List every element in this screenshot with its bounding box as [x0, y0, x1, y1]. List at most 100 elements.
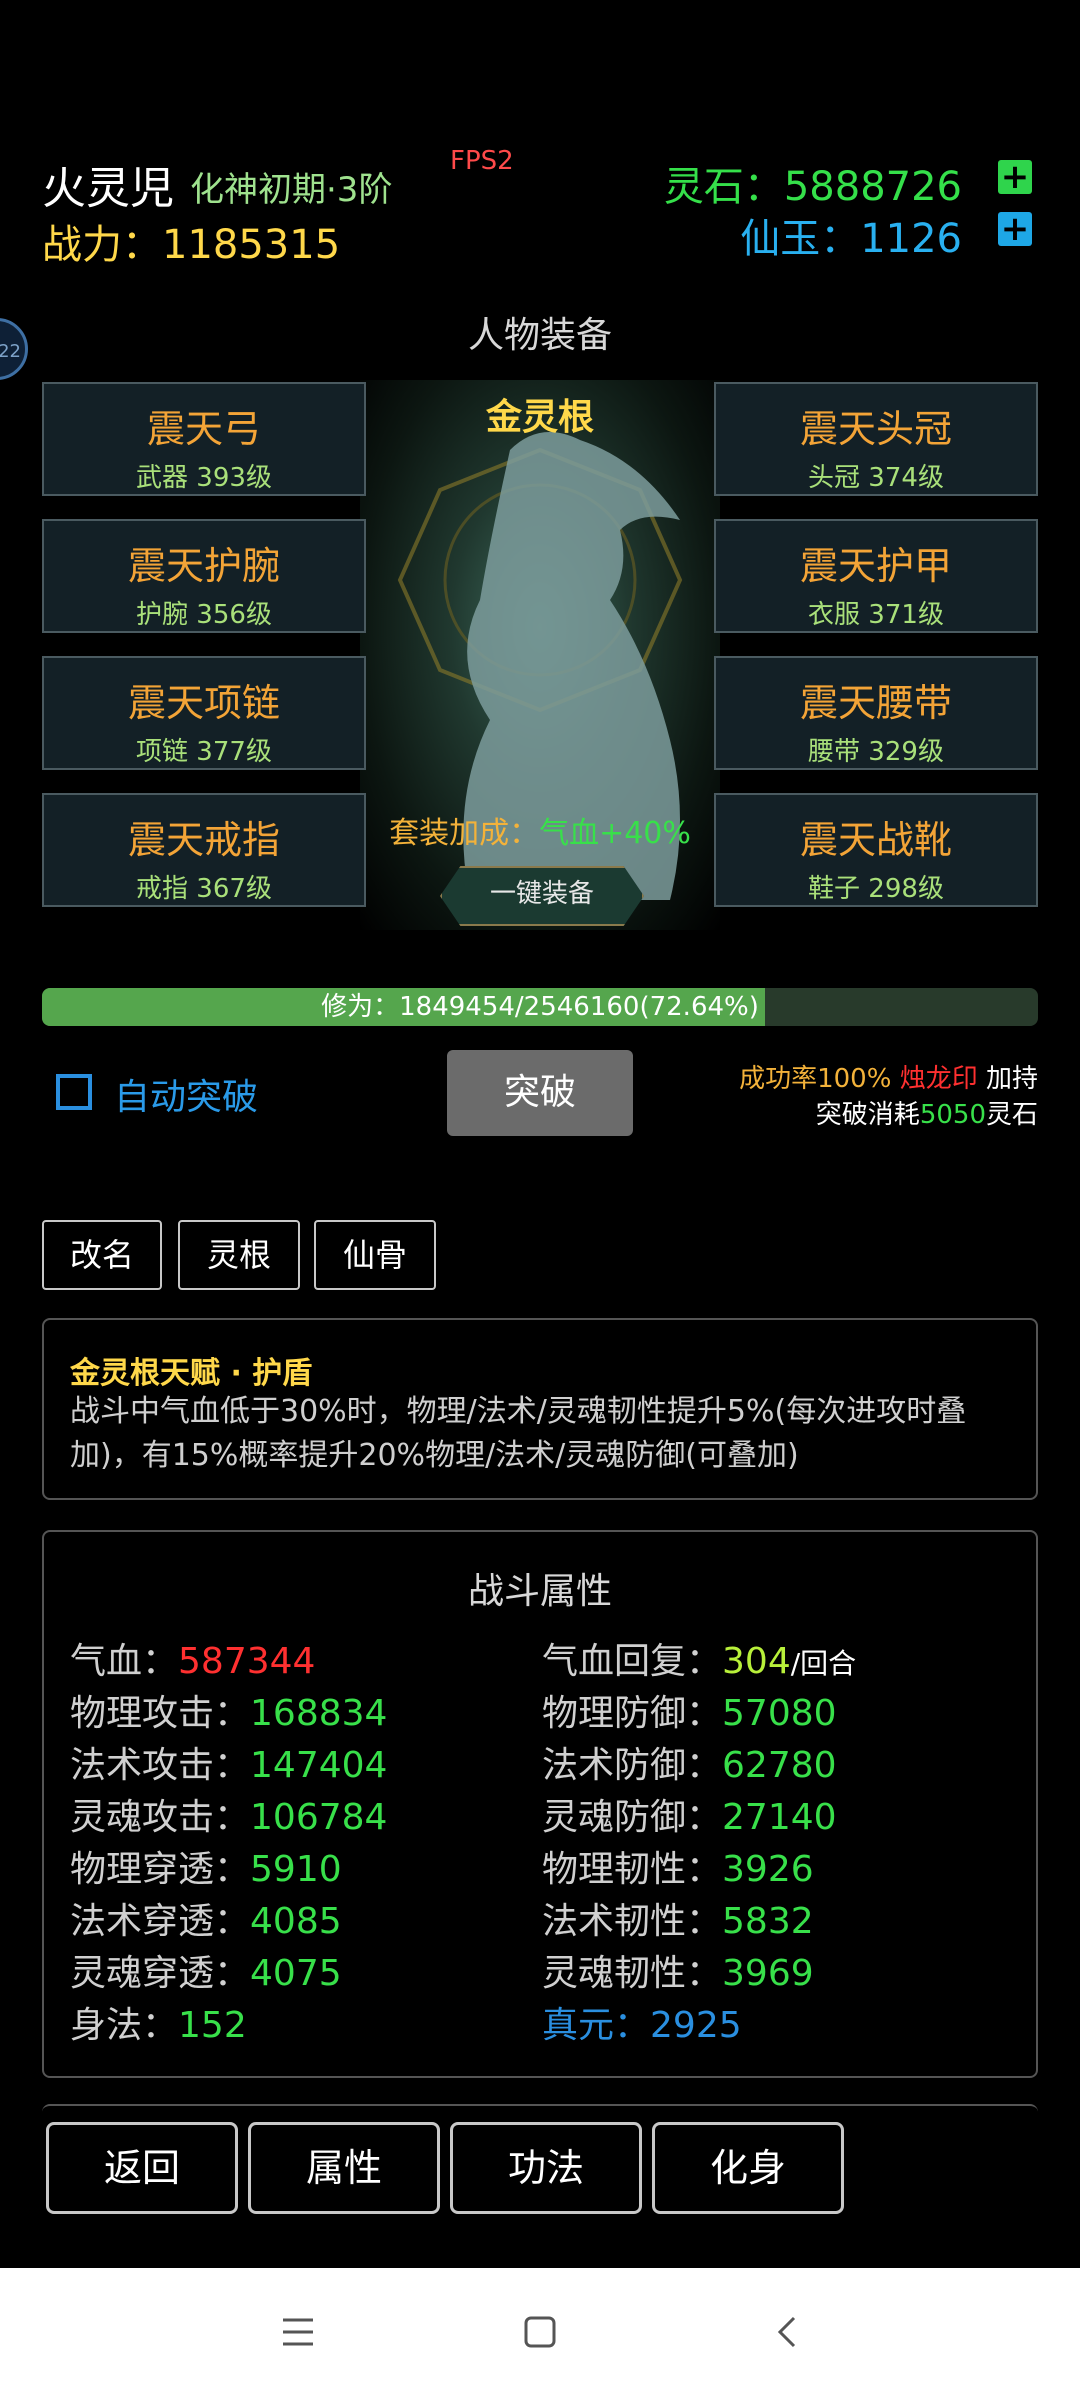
cost-suffix: 灵石	[985, 1100, 1038, 1130]
talent-panel: 金灵根天赋 · 护盾 战斗中气血低于30%时，物理/法术/灵魂韧性提升5%(每次…	[42, 1318, 1038, 1500]
set-bonus: 套装加成：气血+40%	[360, 808, 720, 852]
stat-physical-attack: 物理攻击：168834	[70, 1684, 387, 1736]
stat-label: 真元：	[542, 2005, 651, 2046]
immortal-bone-button[interactable]: 仙骨	[314, 1220, 436, 1290]
stat-value: 5832	[722, 1901, 814, 1942]
stat-label: 物理防御：	[542, 1693, 723, 1734]
equip-level: 武器 393级	[136, 463, 272, 493]
stat-magic-defense: 法术防御：62780	[542, 1736, 837, 1788]
stat-value: 4085	[250, 1901, 342, 1942]
menu-icon[interactable]	[280, 2314, 316, 2350]
equip-level: 头冠 374级	[808, 463, 944, 493]
stat-hp-regen: 气血回复：304/回合	[542, 1632, 856, 1684]
back-button[interactable]: 返回	[46, 2122, 238, 2214]
stat-soul-toughness: 灵魂韧性：3969	[542, 1944, 814, 1996]
stat-label: 物理攻击：	[70, 1693, 251, 1734]
stat-label: 法术防御：	[542, 1745, 723, 1786]
avatar-button[interactable]: 化身	[652, 2122, 844, 2214]
equip-slot-weapon[interactable]: 震天弓 武器 393级	[42, 382, 366, 496]
stat-value: 2925	[650, 2005, 742, 2046]
breakthrough-button[interactable]: 突破	[447, 1050, 633, 1136]
talent-description: 战斗中气血低于30%时，物理/法术/灵魂韧性提升5%(每次进攻时叠加)，有15%…	[70, 1394, 967, 1473]
stat-label: 灵魂穿透：	[70, 1953, 251, 1994]
equip-slot-helmet[interactable]: 震天头冠 头冠 374级	[714, 382, 1038, 496]
stat-label: 物理穿透：	[70, 1849, 251, 1890]
one-key-equip-button[interactable]: 一键装备	[440, 866, 644, 926]
equipment-title: 人物装备	[467, 315, 612, 356]
equip-name: 震天战靴	[799, 818, 952, 862]
equip-name: 震天项链	[127, 681, 280, 725]
stat-value: 3969	[722, 1953, 814, 1994]
stat-label: 法术攻击：	[70, 1745, 251, 1786]
equip-level: 护腕 356级	[136, 600, 272, 630]
breakthrough-cost: 突破消耗5050灵石	[816, 1094, 1038, 1131]
equip-level: 衣服 371级	[808, 600, 944, 630]
stat-physical-toughness: 物理韧性：3926	[542, 1840, 814, 1892]
immortal-jade-amount: 仙玉：1126	[740, 216, 962, 262]
equip-name: 震天护腕	[127, 544, 280, 588]
add-immortal-jade-button[interactable]: +	[998, 212, 1032, 246]
auto-breakthrough-label[interactable]: 自动突破	[114, 1068, 258, 1120]
add-spirit-stone-button[interactable]: +	[998, 160, 1032, 194]
stat-value: 57080	[722, 1693, 837, 1734]
stat-label: 身法：	[70, 2005, 179, 2046]
equip-slot-belt[interactable]: 震天腰带 腰带 329级	[714, 656, 1038, 770]
stat-soul-attack: 灵魂攻击：106784	[70, 1788, 387, 1840]
set-bonus-label: 套装加成：	[389, 816, 540, 851]
auto-breakthrough-checkbox[interactable]	[56, 1074, 92, 1110]
rename-button[interactable]: 改名	[42, 1220, 162, 1290]
stat-value: 3926	[722, 1849, 814, 1890]
cultivation-realm: 化神初期·3阶	[190, 170, 393, 210]
stat-value: 5910	[250, 1849, 342, 1890]
support-label: 加持	[985, 1064, 1038, 1094]
stat-label: 法术韧性：	[542, 1901, 723, 1942]
system-navigation-bar	[0, 2268, 1080, 2400]
equip-name: 震天腰带	[799, 681, 952, 725]
stat-label: 灵魂防御：	[542, 1797, 723, 1838]
equip-slot-armor[interactable]: 震天护甲 衣服 371级	[714, 519, 1038, 633]
cost-prefix: 突破消耗	[815, 1100, 920, 1130]
cultivation-progress-text: 修为：1849454/2546160(72.64%)	[321, 992, 759, 1022]
stat-magic-attack: 法术攻击：147404	[70, 1736, 387, 1788]
combat-stats-panel: 战斗属性 气血：587344 物理攻击：168834 法术攻击：147404 灵…	[42, 1530, 1038, 2078]
attributes-button[interactable]: 属性	[248, 2122, 440, 2214]
stat-soul-defense: 灵魂防御：27140	[542, 1788, 837, 1840]
stat-label: 气血回复：	[542, 1641, 723, 1682]
stat-soul-penetration: 灵魂穿透：4075	[70, 1944, 342, 1996]
equip-name: 震天戒指	[127, 818, 280, 862]
stat-true-essence: 真元：2925	[542, 1996, 742, 2048]
equip-name: 震天弓	[146, 407, 261, 451]
stat-magic-penetration: 法术穿透：4085	[70, 1892, 342, 1944]
spirit-root-button[interactable]: 灵根	[178, 1220, 300, 1290]
next-panel-edge	[42, 2104, 1038, 2118]
stat-physical-defense: 物理防御：57080	[542, 1684, 837, 1736]
stat-value: 147404	[250, 1745, 388, 1786]
spirit-stone-amount: 灵石：5888726	[663, 164, 962, 210]
set-bonus-value: 气血+40%	[539, 816, 691, 851]
success-rate: 成功率100%	[739, 1064, 892, 1094]
skills-button[interactable]: 功法	[450, 2122, 642, 2214]
stat-value: 4075	[250, 1953, 342, 1994]
equip-slot-ring[interactable]: 震天戒指 戒指 367级	[42, 793, 366, 907]
back-icon[interactable]	[770, 2314, 806, 2350]
equip-level: 鞋子 298级	[808, 874, 944, 904]
stat-value: 106784	[250, 1797, 388, 1838]
stat-unit: /回合	[790, 1647, 857, 1680]
equip-level: 项链 377级	[136, 737, 272, 767]
stat-label: 灵魂攻击：	[70, 1797, 251, 1838]
stat-value: 168834	[250, 1693, 388, 1734]
equip-name: 震天护甲	[799, 544, 952, 588]
stat-label: 法术穿透：	[70, 1901, 251, 1942]
stat-value: 27140	[722, 1797, 837, 1838]
equip-slot-bracer[interactable]: 震天护腕 护腕 356级	[42, 519, 366, 633]
stat-label: 气血：	[70, 1641, 179, 1682]
equip-slot-necklace[interactable]: 震天项链 项链 377级	[42, 656, 366, 770]
equip-level: 腰带 329级	[808, 737, 944, 767]
home-icon[interactable]	[522, 2314, 558, 2350]
equip-name: 震天头冠	[799, 407, 952, 451]
stat-value: 587344	[178, 1641, 316, 1682]
stat-value: 304	[722, 1641, 791, 1682]
equip-slot-boots[interactable]: 震天战靴 鞋子 298级	[714, 793, 1038, 907]
talent-title: 金灵根天赋 · 护盾	[70, 1356, 313, 1391]
stat-value: 62780	[722, 1745, 837, 1786]
